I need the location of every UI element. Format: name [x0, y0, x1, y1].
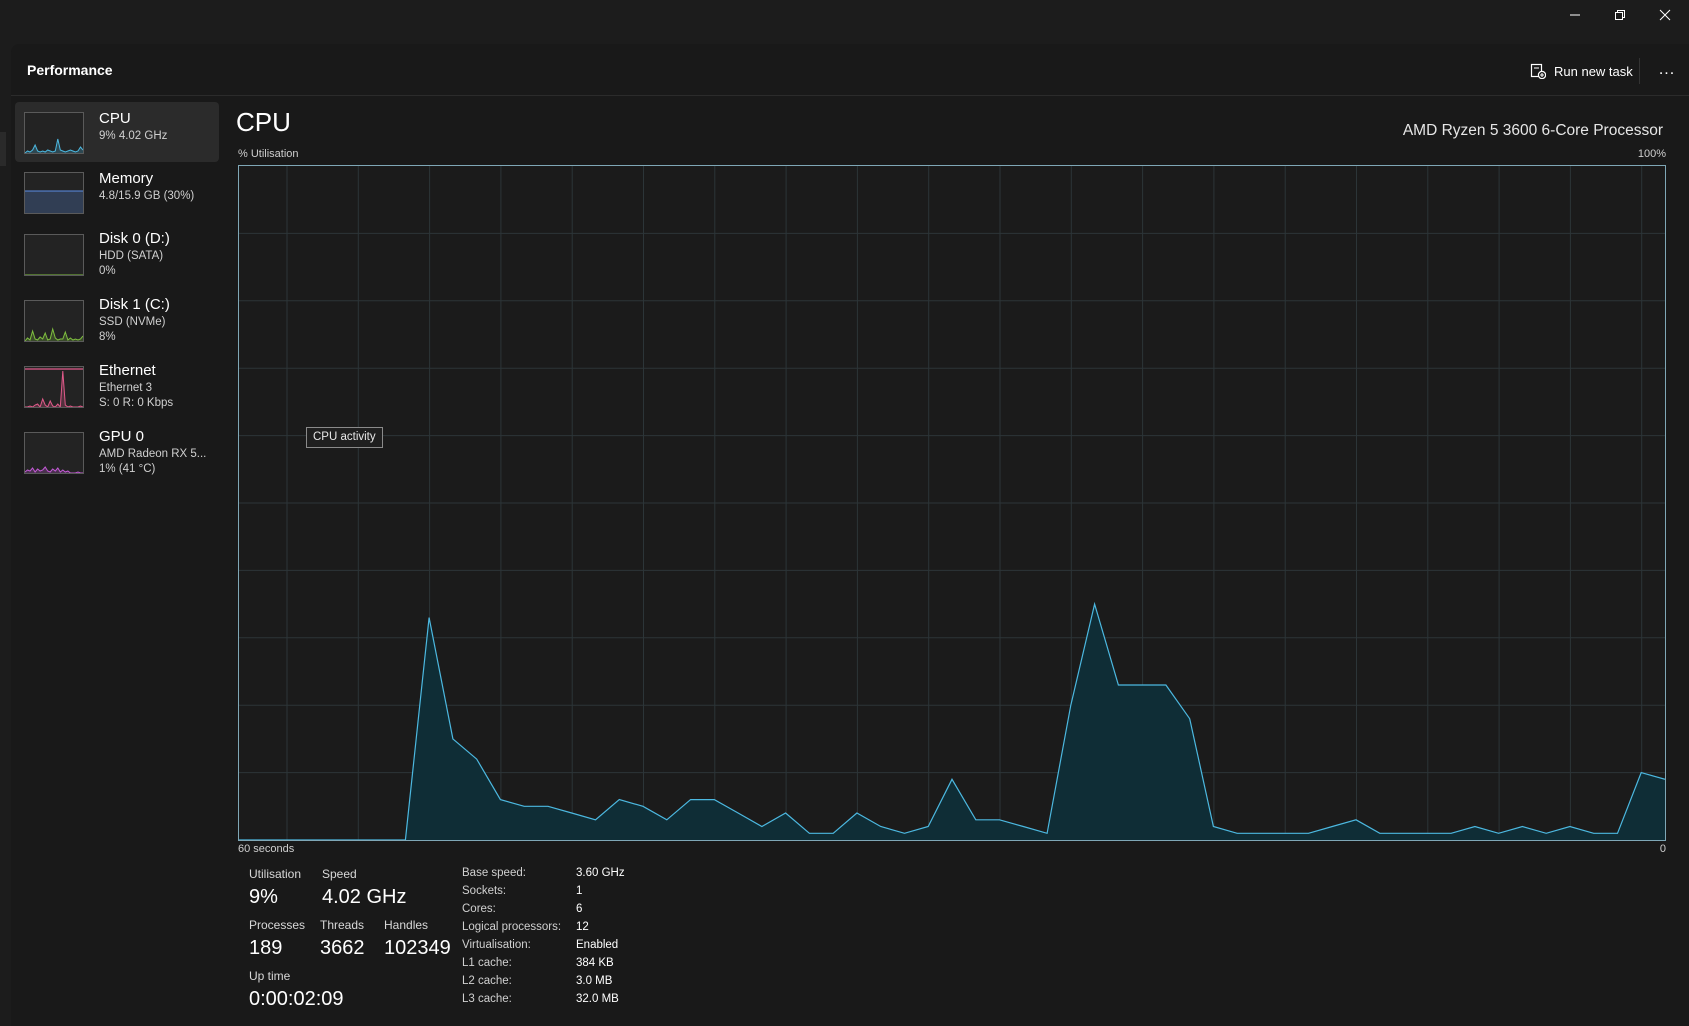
spec-value: 6: [576, 903, 583, 915]
close-icon: [1659, 9, 1671, 21]
close-button[interactable]: [1642, 0, 1688, 30]
uptime-label: Up time: [249, 969, 291, 983]
chart-y-axis-label: % Utilisation: [238, 148, 299, 160]
spec-value: 384 KB: [576, 957, 614, 969]
cpu-utilisation-chart[interactable]: [238, 165, 1666, 841]
threads-label: Threads: [320, 918, 365, 932]
chart-tooltip: CPU activity: [306, 427, 383, 448]
sidebar-item-detail: SSD (NVMe): [99, 316, 166, 328]
sidebar-item-ethernet[interactable]: Ethernet Ethernet 3 S: 0 R: 0 Kbps: [15, 354, 219, 420]
header-divider: [1639, 58, 1640, 84]
utilisation-value: 9%: [249, 886, 278, 908]
handles-value: 102349: [384, 937, 451, 959]
restore-icon: [1615, 10, 1625, 20]
sidebar-item-value: S: 0 R: 0 Kbps: [99, 397, 174, 409]
cpu-thumbnail-graph: [24, 112, 84, 154]
spec-key: L3 cache:: [462, 993, 512, 1005]
nav-indicator: [0, 132, 6, 166]
utilisation-label: Utilisation: [249, 867, 302, 881]
sidebar-item-detail: HDD (SATA): [99, 250, 164, 262]
processes-label: Processes: [249, 918, 306, 932]
thumbnail-area: [25, 371, 83, 407]
sidebar-item-value: 1% (41 °C): [99, 463, 156, 475]
memory-thumbnail-graph: [24, 172, 84, 214]
gpu-0-thumbnail-graph: [24, 432, 84, 474]
spec-key: L1 cache:: [462, 957, 512, 969]
chart-x-axis-end-label: 0: [1659, 843, 1666, 855]
cpu-utilisation-plot: [239, 166, 1665, 840]
sidebar-item-disk-1[interactable]: Disk 1 (C:) SSD (NVMe) 8%: [15, 288, 219, 354]
sidebar-item-name: Ethernet: [99, 362, 156, 379]
main-heading: CPU: [236, 107, 291, 137]
minimize-button[interactable]: [1552, 0, 1598, 30]
sidebar-item-cpu[interactable]: CPU 9% 4.02 GHz: [15, 102, 219, 162]
spec-value: 3.0 MB: [576, 975, 613, 987]
more-icon: ...: [1658, 61, 1676, 78]
cpu-utilisation-area: [239, 604, 1665, 840]
spec-value: 1: [576, 885, 583, 897]
disk-1-thumbnail-graph: [24, 300, 84, 342]
handles-label: Handles: [384, 918, 429, 932]
sidebar-item-name: CPU: [99, 110, 131, 127]
run-new-task-button[interactable]: Run new task: [1530, 57, 1633, 85]
sidebar-item-detail: 4.8/15.9 GB (30%): [99, 190, 195, 202]
run-new-task-label: Run new task: [1554, 63, 1633, 79]
thumbnail-area: [25, 191, 83, 213]
speed-value: 4.02 GHz: [322, 886, 407, 908]
spec-key: Cores:: [462, 903, 496, 915]
spec-value: 12: [576, 921, 589, 933]
more-options-button[interactable]: ...: [1655, 58, 1679, 82]
sidebar-item-memory[interactable]: Memory 4.8/15.9 GB (30%): [15, 162, 219, 222]
page-title: Performance: [27, 62, 113, 78]
spec-key: Virtualisation:: [462, 939, 531, 951]
thumbnail-line: [25, 370, 83, 407]
sidebar-item-detail: Ethernet 3: [99, 382, 153, 394]
processor-name: AMD Ryzen 5 3600 6-Core Processor: [1402, 122, 1663, 139]
spec-key: Base speed:: [462, 867, 526, 879]
minimize-icon: [1570, 14, 1580, 16]
spec-key: Sockets:: [462, 885, 507, 897]
sidebar-item-name: Disk 0 (D:): [99, 230, 170, 247]
chart-x-axis-start-label: 60 seconds: [238, 843, 295, 855]
speed-label: Speed: [322, 867, 357, 881]
disk-0-thumbnail-graph: [24, 234, 84, 276]
sidebar-item-name: GPU 0: [99, 428, 145, 445]
sidebar-item-name: Memory: [99, 170, 154, 187]
threads-value: 3662: [320, 937, 365, 959]
spec-value: Enabled: [576, 939, 619, 951]
processes-value: 189: [249, 937, 283, 959]
sidebar-item-detail: AMD Radeon RX 5...: [99, 448, 207, 460]
sidebar-item-value: 0%: [99, 265, 116, 277]
uptime-value: 0:00:02:09: [249, 988, 344, 1010]
page-header: Performance Run new task ...: [11, 44, 1689, 96]
spec-key: Logical processors:: [462, 921, 562, 933]
sidebar-item-name: Disk 1 (C:): [99, 296, 170, 313]
sidebar-item-value: 8%: [99, 331, 116, 343]
new-task-icon: [1530, 63, 1546, 79]
ethernet-thumbnail-graph: [24, 366, 84, 408]
sidebar-item-gpu-0[interactable]: GPU 0 AMD Radeon RX 5... 1% (41 °C): [15, 420, 219, 486]
chart-y-max-label: 100%: [1637, 148, 1666, 160]
spec-value: 32.0 MB: [576, 993, 619, 1005]
sidebar-item-detail: 9% 4.02 GHz: [99, 130, 168, 142]
thumbnail-area: [25, 139, 83, 153]
sidebar-item-disk-0[interactable]: Disk 0 (D:) HDD (SATA) 0%: [15, 222, 219, 288]
title-bar: [0, 0, 1689, 44]
restore-button[interactable]: [1597, 0, 1643, 30]
spec-key: L2 cache:: [462, 975, 512, 987]
spec-value: 3.60 GHz: [576, 867, 625, 879]
